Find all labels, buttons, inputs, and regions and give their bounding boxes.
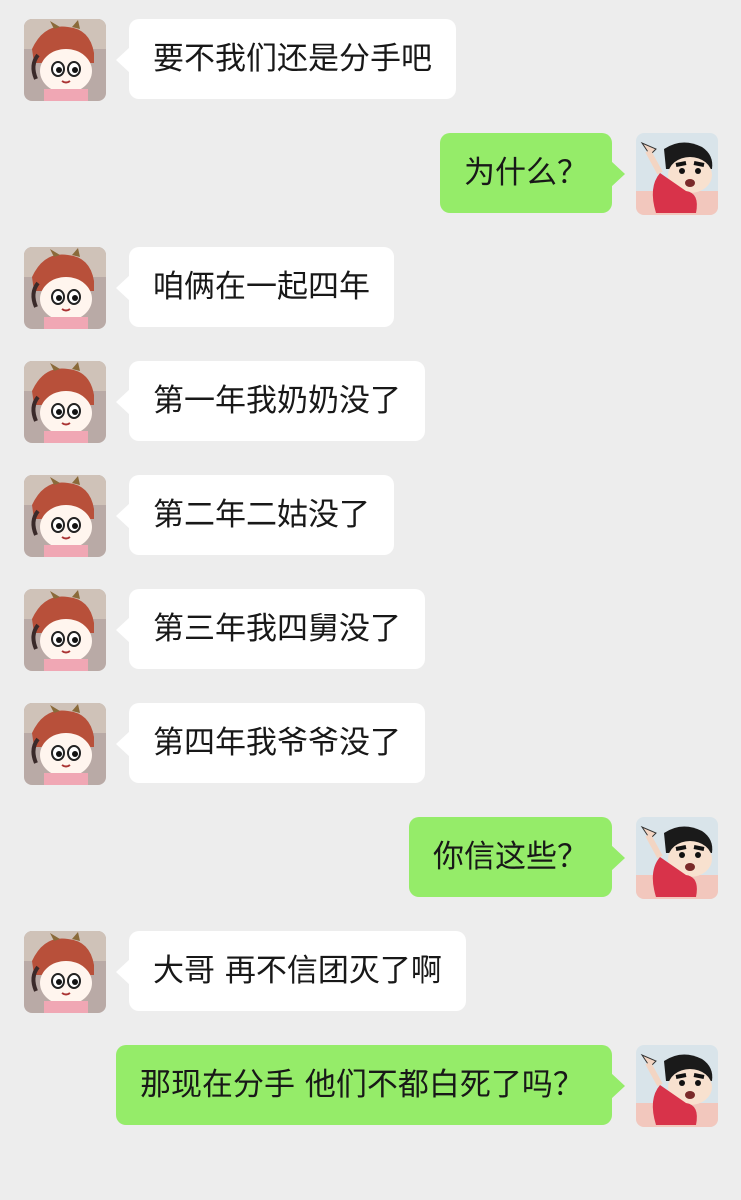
message-bubble[interactable]: 你信这些？	[409, 817, 625, 897]
message-bubble[interactable]: 第一年我奶奶没了	[116, 361, 425, 441]
message-bubble[interactable]: 咱俩在一起四年	[116, 247, 394, 327]
boy-avatar-icon[interactable]	[636, 133, 718, 215]
girl-avatar-icon[interactable]	[24, 247, 106, 329]
message-bubble[interactable]: 第四年我爷爷没了	[116, 703, 425, 783]
boy-avatar-icon[interactable]	[636, 1045, 718, 1127]
girl-avatar-icon[interactable]	[24, 475, 106, 557]
girl-avatar-icon[interactable]	[24, 703, 106, 785]
boy-avatar-icon[interactable]	[636, 817, 718, 899]
girl-avatar-icon[interactable]	[24, 931, 106, 1013]
message-bubble[interactable]: 大哥 再不信团灭了啊	[116, 931, 466, 1011]
message-bubble[interactable]: 那现在分手 他们不都白死了吗？	[116, 1045, 625, 1125]
girl-avatar-icon[interactable]	[24, 361, 106, 443]
message-bubble[interactable]: 第二年二姑没了	[116, 475, 394, 555]
message-bubble[interactable]: 为什么？	[440, 133, 625, 213]
message-bubble[interactable]: 要不我们还是分手吧	[116, 19, 456, 99]
girl-avatar-icon[interactable]	[24, 589, 106, 671]
girl-avatar-icon[interactable]	[24, 19, 106, 101]
message-bubble[interactable]: 第三年我四舅没了	[116, 589, 425, 669]
